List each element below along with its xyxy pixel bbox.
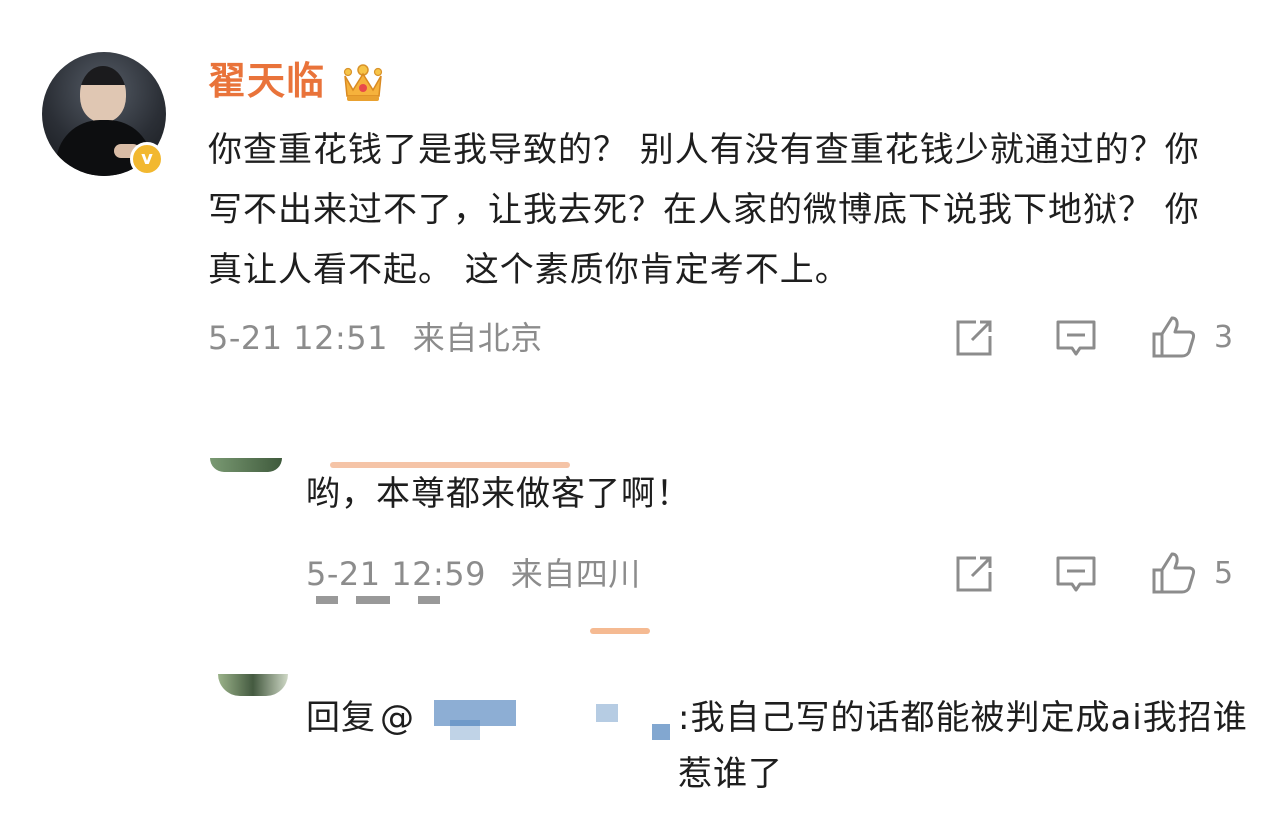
- reply-prefix: 回复: [306, 698, 376, 738]
- comment-icon: [1056, 556, 1096, 592]
- reply-text: :我自己写的话都能被判定成ai我招谁惹谁了: [678, 698, 1248, 794]
- avatar-head: [80, 66, 126, 122]
- location: 来自四川: [510, 555, 641, 593]
- repost-icon: [956, 556, 992, 592]
- comment-button[interactable]: [1054, 554, 1098, 594]
- comment-timestamp: 5-21 12:51 来自北京: [208, 318, 543, 358]
- redaction-marks: [316, 596, 446, 606]
- like-button[interactable]: [1150, 314, 1198, 360]
- verified-v-icon: v: [130, 142, 164, 176]
- thumbs-up-icon: [1152, 316, 1196, 358]
- smear-mark: [590, 628, 650, 634]
- comment-button[interactable]: [1054, 318, 1098, 358]
- comment-icon: [1056, 320, 1096, 356]
- crown-icon: [343, 64, 383, 101]
- weibo-comment-thread: v 翟天临 你查重花钱了是我导致的？ 别人有没有查重花钱少就通过的？你写不出来过…: [0, 0, 1280, 818]
- redacted-username: [450, 720, 480, 740]
- repost-button[interactable]: [952, 554, 996, 594]
- reply-avatar[interactable]: [218, 674, 288, 696]
- timestamp: 5-21 12:59: [306, 555, 487, 593]
- timestamp: 5-21 12:51: [208, 319, 389, 357]
- reply-timestamp: 5-21 12:59 来自四川: [306, 554, 641, 594]
- like-count: 3: [1214, 320, 1234, 355]
- redacted-username: [652, 724, 670, 740]
- redacted-username: [596, 704, 618, 722]
- repost-icon: [956, 320, 992, 356]
- location: 来自北京: [412, 319, 543, 357]
- reply-avatar[interactable]: [210, 458, 282, 472]
- comment-text: 你查重花钱了是我导致的？ 别人有没有查重花钱少就通过的？你写不出来过不了，让我去…: [208, 130, 1200, 290]
- thumbs-up-icon: [1152, 552, 1196, 594]
- like-button[interactable]: [1150, 550, 1198, 596]
- username[interactable]: 翟天临: [208, 56, 325, 106]
- repost-button[interactable]: [952, 318, 996, 358]
- reply-text-tail: :我自己写的话都能被判定成ai我招谁惹谁了: [678, 690, 1248, 802]
- mention-at-sign[interactable]: @: [380, 690, 414, 746]
- like-count: 5: [1214, 556, 1234, 591]
- reply-text: 哟，本尊都来做客了啊！: [306, 474, 691, 514]
